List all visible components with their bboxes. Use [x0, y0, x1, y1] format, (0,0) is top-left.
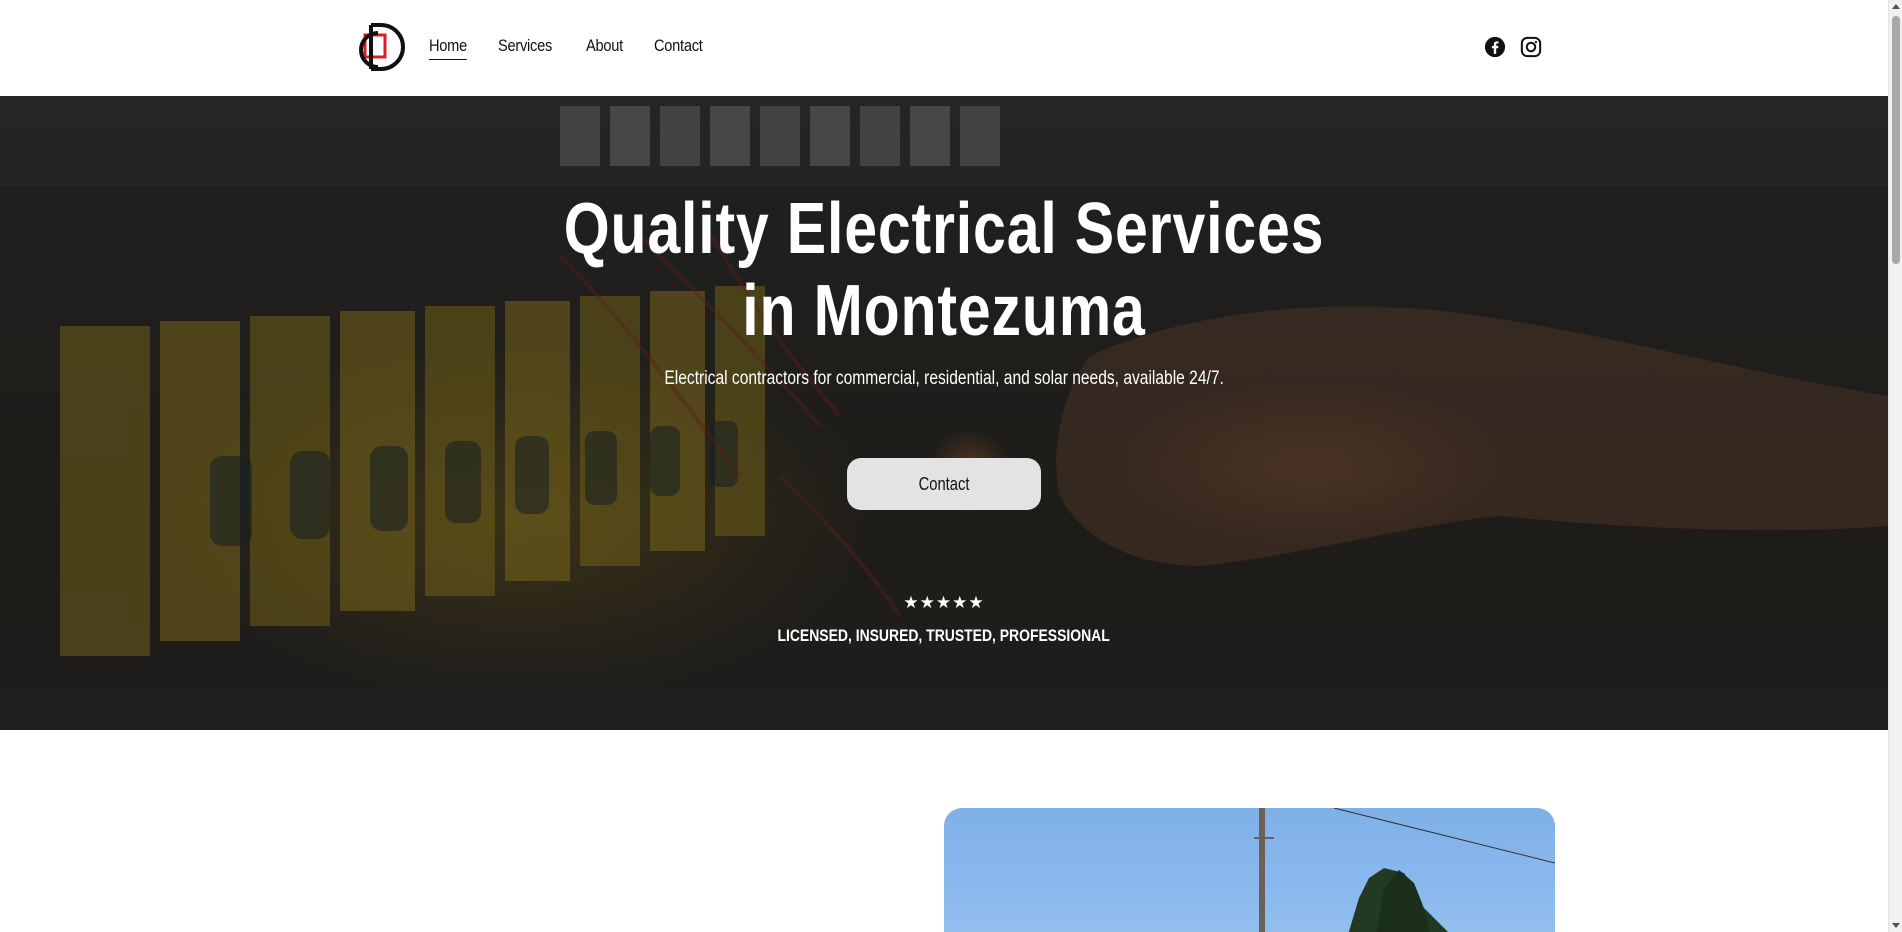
trust-badge: LICENSED, INSURED, TRUSTED, PROFESSIONAL — [0, 626, 1888, 646]
site-header: Home Services About Contact — [0, 0, 1888, 96]
scrollbar-thumb[interactable] — [1892, 16, 1900, 264]
main-nav: Home Services About Contact — [429, 36, 710, 60]
feature-photo — [944, 808, 1555, 932]
logo[interactable] — [348, 19, 408, 77]
trust-badge-text: LICENSED, INSURED, TRUSTED, PROFESSIONAL — [777, 626, 1111, 645]
hero-title-line-2: in Montezuma — [742, 271, 1146, 351]
page-scrollbar[interactable] — [1888, 0, 1902, 932]
nav-services[interactable]: Services — [498, 36, 552, 60]
star-rating: ★★★★★ — [903, 593, 985, 613]
facebook-icon[interactable] — [1484, 36, 1506, 58]
scroll-down-arrow-icon[interactable] — [1892, 923, 1900, 928]
hero-subtitle: Electrical contractors for commercial, r… — [0, 368, 1888, 390]
instagram-icon[interactable] — [1520, 36, 1542, 58]
hero-title-line-1: Quality Electrical Services — [563, 189, 1325, 269]
contact-button-label: Contact — [918, 473, 970, 494]
nav-about[interactable]: About — [586, 36, 623, 60]
nav-home[interactable]: Home — [429, 36, 467, 60]
scroll-up-arrow-icon[interactable] — [1892, 4, 1900, 9]
page: Home Services About Contact Quality Elec… — [0, 0, 1902, 932]
feature-photo-image — [1254, 808, 1555, 932]
nav-contact[interactable]: Contact — [654, 36, 703, 60]
social-links — [1484, 36, 1542, 58]
contact-button[interactable]: Contact — [847, 458, 1041, 510]
hero-subtitle-text: Electrical contractors for commercial, r… — [664, 368, 1224, 389]
hero-title: Quality Electrical Services in Montezuma — [0, 188, 1888, 352]
hero-section: Quality Electrical Services in Montezuma… — [0, 96, 1888, 730]
